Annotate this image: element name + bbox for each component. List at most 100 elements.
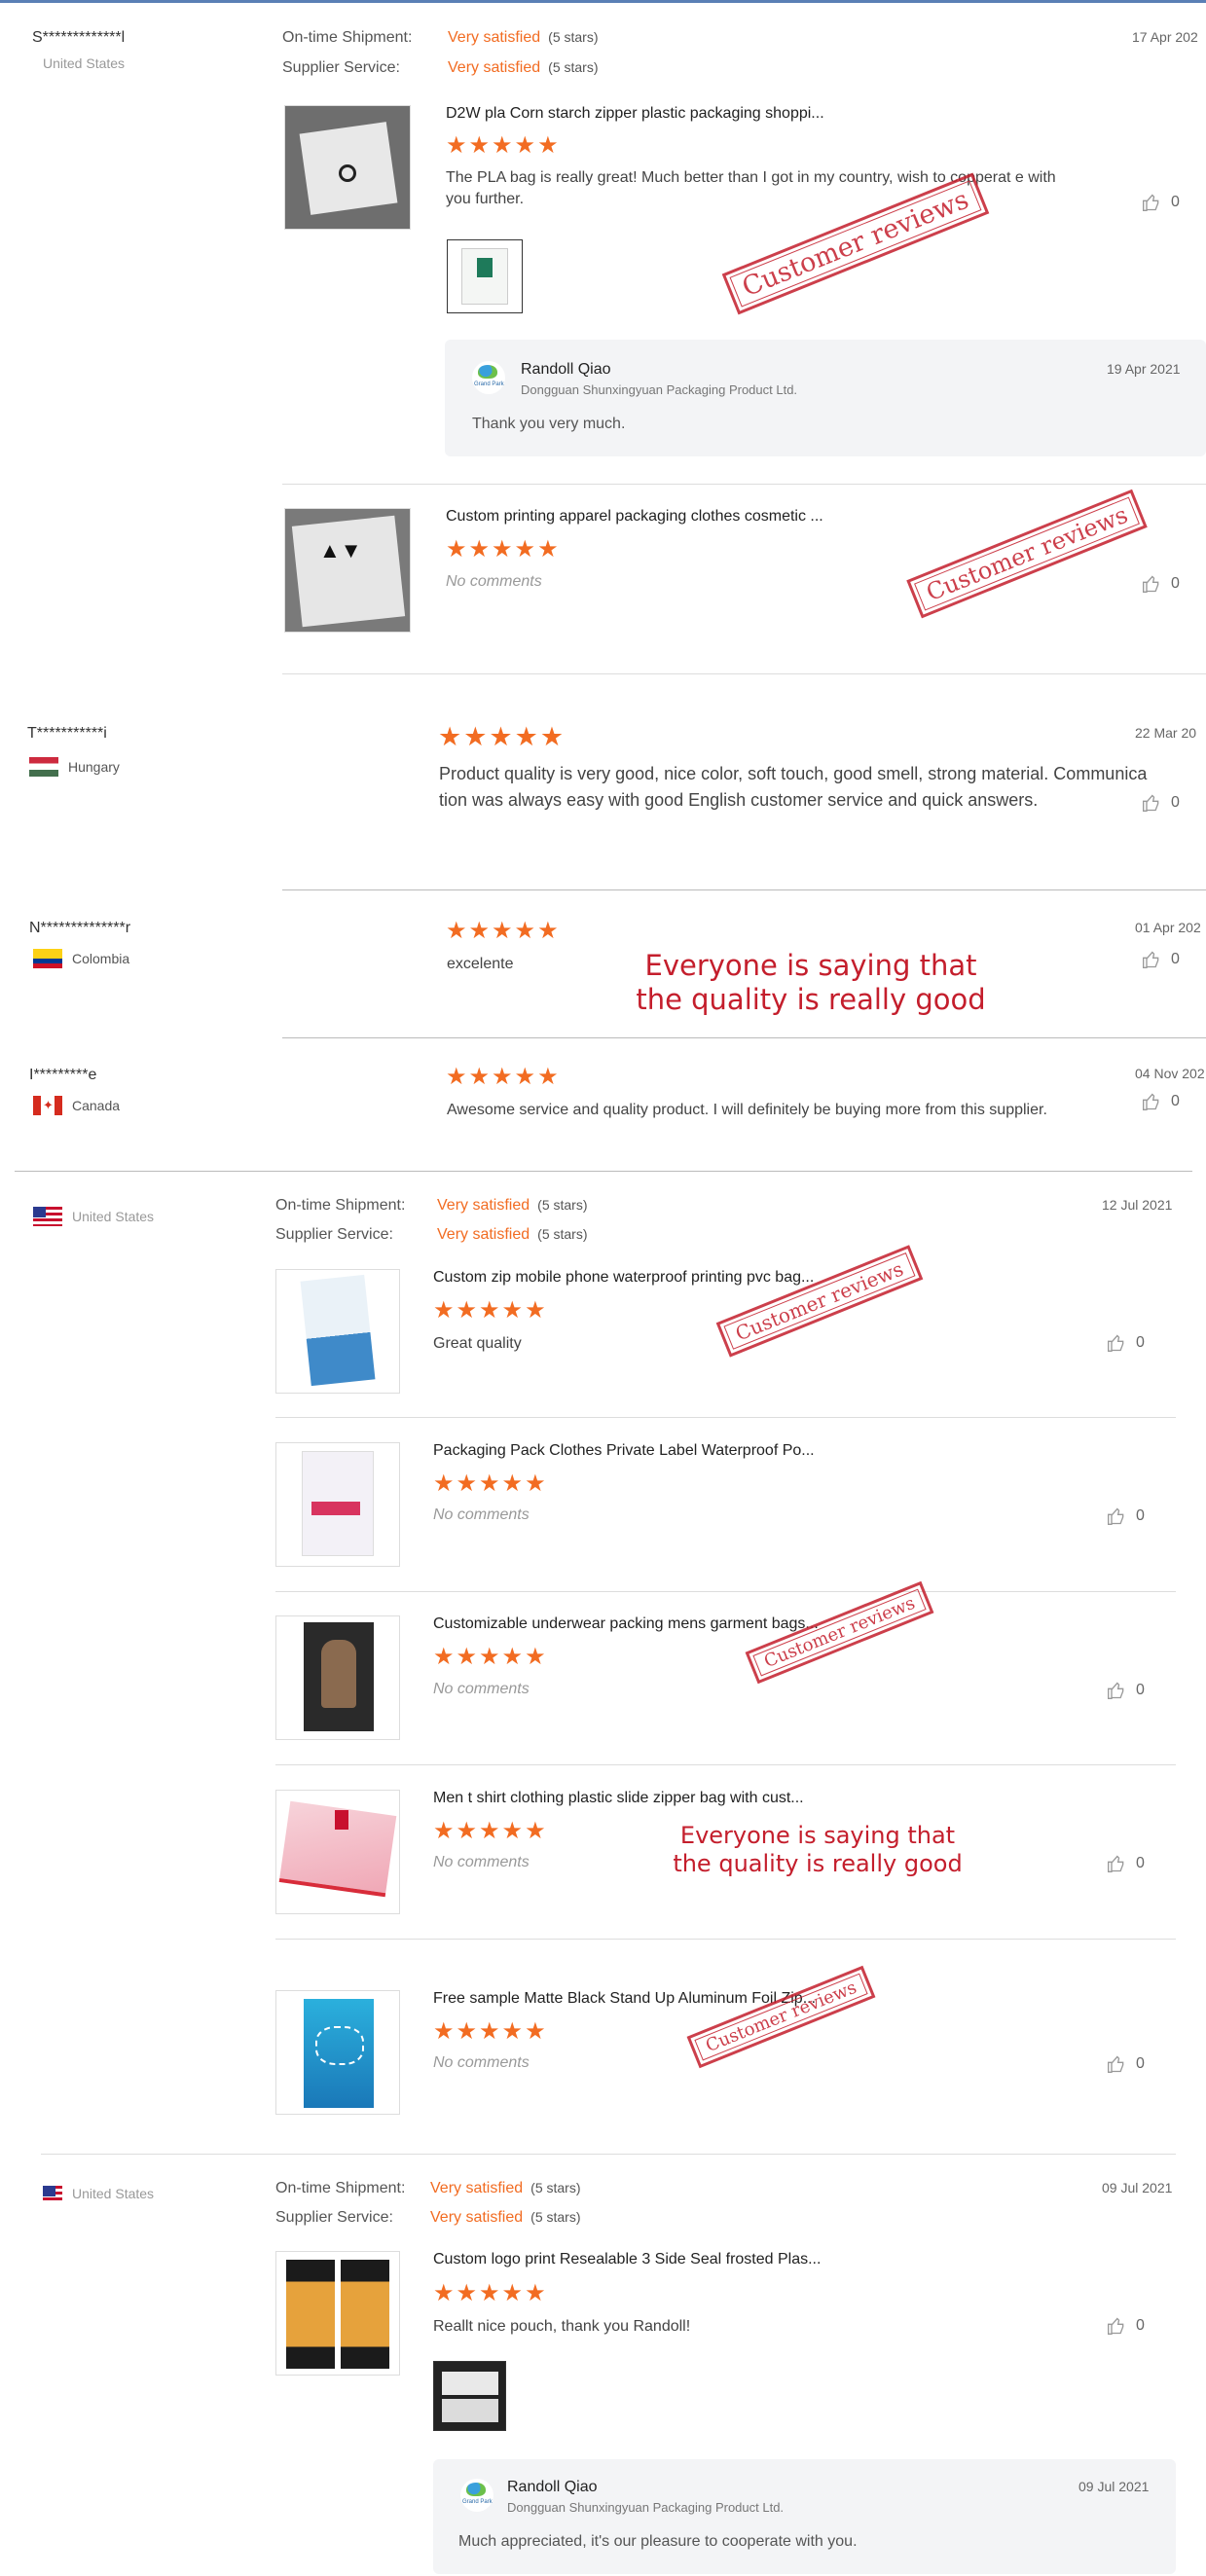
product-thumbnail[interactable] [275, 1269, 400, 1394]
like-button[interactable]: 0 [1107, 2316, 1145, 2336]
product-title[interactable]: Customizable underwear packing mens garm… [433, 1615, 819, 1633]
star-rating: ★★★★★ [433, 1818, 548, 1844]
divider [41, 2154, 1176, 2155]
on-time-shipment-rating: On-time Shipment: Very satisfied (5 stars) [275, 1197, 588, 1215]
star-rating: ★★★★★ [446, 132, 561, 159]
supplier-name: Randoll Qiao [521, 361, 611, 378]
like-count: 0 [1171, 794, 1180, 811]
like-button[interactable]: 0 [1142, 793, 1180, 813]
star-rating: ★★★★★ [433, 1644, 548, 1670]
product-title[interactable]: Custom logo print Resealable 3 Side Seal… [433, 2251, 821, 2268]
reviewer-name: S*************l [32, 29, 126, 46]
overlay-line: the quality is really good [636, 982, 986, 1016]
supplier-service-label: Supplier Service: [275, 2209, 393, 2226]
review-comment: Great quality [433, 1335, 522, 1352]
like-button[interactable]: 0 [1107, 1854, 1145, 1873]
bag-image [300, 1274, 376, 1387]
like-button[interactable]: 0 [1107, 1681, 1145, 1700]
reply-date: 09 Jul 2021 [1078, 2479, 1150, 2494]
rating-value: Very satisfied [448, 29, 541, 46]
review-comment: excelente [447, 956, 514, 972]
like-count: 0 [1171, 575, 1180, 592]
overlay-line: Everyone is saying that [644, 949, 977, 982]
overlay-line: Everyone is saying that [679, 1822, 956, 1849]
divider [275, 1764, 1176, 1765]
country-name: Colombia [72, 951, 130, 966]
attachment-image [442, 2399, 498, 2422]
review-attachment[interactable] [433, 2361, 506, 2431]
product-thumbnail[interactable] [275, 1990, 400, 2115]
rating-value: Very satisfied [448, 59, 541, 76]
like-button[interactable]: 0 [1107, 1506, 1145, 1526]
on-time-shipment-label: On-time Shipment: [282, 29, 413, 46]
star-rating: ★★★★★ [433, 1470, 548, 1497]
country-name: United States [72, 2186, 155, 2201]
country-name: Hungary [68, 759, 120, 775]
star-rating: ★★★★★ [433, 1297, 548, 1324]
review-comment: tion was always easy with good English c… [439, 790, 1039, 810]
product-title[interactable]: D2W pla Corn starch zipper plastic packa… [446, 105, 824, 123]
review-comment: Awesome service and quality product. I w… [447, 1102, 1047, 1118]
supplier-name: Randoll Qiao [507, 2479, 598, 2495]
product-thumbnail[interactable]: ▲▼ [284, 508, 411, 633]
like-count: 0 [1171, 1093, 1180, 1109]
product-title[interactable]: Packaging Pack Clothes Private Label Wat… [433, 1442, 815, 1460]
supplier-company: Dongguan Shunxingyuan Packaging Product … [521, 382, 798, 397]
like-button[interactable]: 0 [1142, 574, 1180, 594]
country-name: Canada [72, 1098, 121, 1113]
review-attachment[interactable] [447, 239, 523, 313]
product-thumbnail[interactable] [275, 1790, 400, 1914]
like-button[interactable]: 0 [1107, 2054, 1145, 2074]
supplier-reply: Randoll Qiao Dongguan Shunxingyuan Packa… [433, 2459, 1176, 2574]
rating-stars-text: (5 stars) [548, 29, 599, 45]
attachment-image [442, 2372, 498, 2395]
on-time-shipment-label: On-time Shipment: [275, 1197, 406, 1214]
reply-text: Thank you very much. [472, 416, 626, 432]
divider [282, 673, 1206, 674]
star-rating: ★★★★★ [446, 918, 561, 944]
bag-image [286, 2260, 335, 2369]
product-title[interactable]: Custom printing apparel packaging clothe… [446, 508, 823, 526]
product-title[interactable]: Free sample Matte Black Stand Up Aluminu… [433, 1990, 816, 2008]
divider [275, 1417, 1176, 1418]
rating-value: Very satisfied [430, 2209, 524, 2226]
thumbs-up-icon [1108, 1334, 1124, 1352]
product-thumbnail[interactable] [275, 1615, 400, 1740]
overlay-line: the quality is really good [673, 1849, 963, 1877]
star-rating: ★★★★★ [446, 1064, 561, 1090]
rating-value: Very satisfied [437, 1226, 530, 1243]
product-thumbnail[interactable] [275, 2251, 400, 2376]
star-rating: ★★★★★ [433, 2280, 548, 2306]
reviewer-country: Colombia [33, 949, 129, 968]
country-name: United States [72, 1209, 155, 1224]
reviewer-name: N**************r [29, 920, 131, 936]
divider [15, 1171, 1192, 1172]
supplier-service-rating: Supplier Service: Very satisfied (5 stars) [282, 59, 599, 77]
product-thumbnail[interactable] [275, 1442, 400, 1567]
thumbs-up-icon [1143, 575, 1159, 593]
product-title[interactable]: Custom zip mobile phone waterproof print… [433, 1269, 814, 1287]
like-button[interactable]: 0 [1107, 1333, 1145, 1353]
supplier-logo [460, 2479, 493, 2512]
thumbs-up-icon [1108, 2055, 1124, 2073]
bag-image [341, 2260, 389, 2369]
customer-reviews-stamp: Customer reviews [906, 489, 1149, 619]
star-rating: ★★★★★ [433, 2018, 548, 2045]
rating-value: Very satisfied [437, 1197, 530, 1214]
top-border [0, 0, 1206, 3]
rating-stars-text: (5 stars) [548, 59, 599, 75]
review-date: 22 Mar 20 [1135, 725, 1197, 741]
divider [282, 889, 1206, 890]
attachment-logo [477, 258, 493, 277]
rating-stars-text: (5 stars) [530, 2180, 581, 2195]
product-title[interactable]: Men t shirt clothing plastic slide zippe… [433, 1790, 804, 1807]
colombia-flag-icon [33, 949, 62, 968]
supplier-company: Dongguan Shunxingyuan Packaging Product … [507, 2500, 785, 2515]
like-button[interactable]: 0 [1142, 1092, 1180, 1111]
product-thumbnail[interactable] [284, 105, 411, 230]
like-button[interactable]: 0 [1142, 950, 1180, 969]
like-button[interactable]: 0 [1142, 193, 1180, 212]
thumbs-up-icon [1108, 1682, 1124, 1699]
thumbs-up-icon [1143, 951, 1159, 968]
quality-overlay-text: Everyone is saying that the quality is r… [623, 949, 999, 1017]
